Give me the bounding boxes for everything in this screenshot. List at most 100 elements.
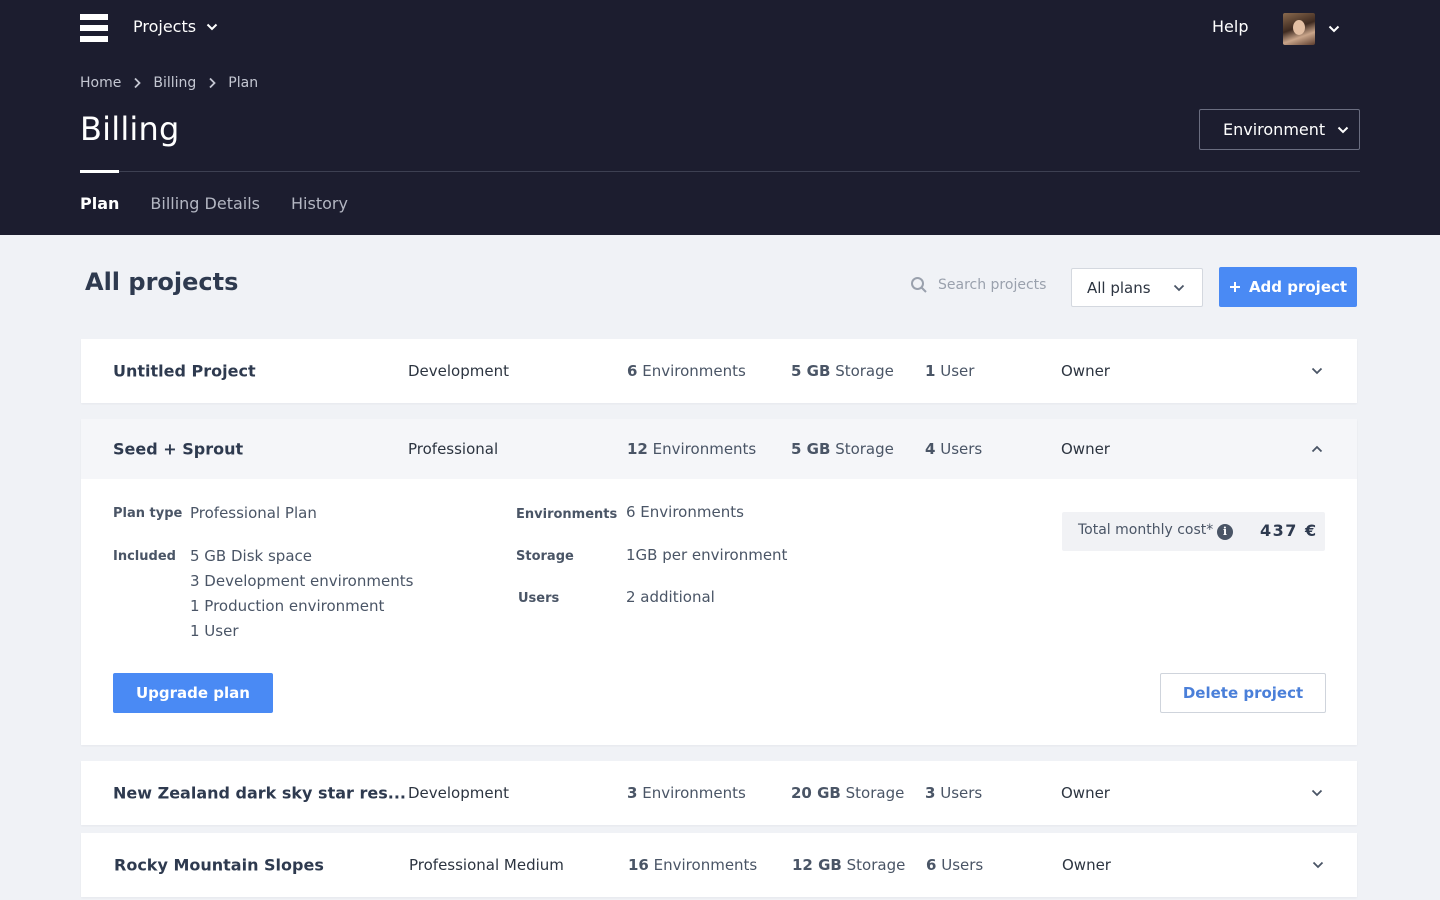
project-row-header[interactable]: Rocky Mountain Slopes Professional Mediu… xyxy=(81,833,1357,897)
delete-project-button[interactable]: Delete project xyxy=(1160,673,1326,713)
project-plan: Development xyxy=(408,784,509,802)
project-name: Seed + Sprout xyxy=(113,439,244,459)
users-value: 2 additional xyxy=(626,588,715,606)
storage-label: Storage xyxy=(516,549,574,564)
top-header: Projects Help Home Billing Plan Billing … xyxy=(0,0,1440,235)
header-divider xyxy=(80,171,1360,172)
storage-amount: 20 GB xyxy=(791,784,841,802)
info-icon[interactable]: i xyxy=(1217,524,1233,540)
environments-unit: Environments xyxy=(652,440,757,458)
users-count: 3 xyxy=(925,784,936,802)
storage-unit: Storage xyxy=(835,440,894,458)
included-item: 3 Development environments xyxy=(190,572,414,590)
plan-type-value: Professional Plan xyxy=(190,504,317,522)
project-environments: 6 Environments xyxy=(627,362,746,380)
users-unit: Users xyxy=(941,856,984,874)
plan-type-label: Plan type xyxy=(113,506,183,521)
help-link[interactable]: Help xyxy=(1212,17,1248,36)
chevron-down-icon xyxy=(1337,126,1349,133)
search-input[interactable] xyxy=(938,277,1078,293)
project-users: 4 Users xyxy=(925,440,982,458)
storage-amount: 12 GB xyxy=(792,856,842,874)
tab-bar: Plan Billing Details History xyxy=(80,194,348,213)
environments-unit: Environments xyxy=(653,856,758,874)
environment-select[interactable]: Environment xyxy=(1199,109,1360,150)
project-role: Owner xyxy=(1062,856,1111,874)
upgrade-plan-button[interactable]: Upgrade plan xyxy=(113,673,273,713)
included-item: 5 GB Disk space xyxy=(190,547,312,565)
project-plan: Professional Medium xyxy=(409,856,564,874)
project-name: Rocky Mountain Slopes xyxy=(114,855,324,875)
project-storage: 5 GB Storage xyxy=(791,362,894,380)
project-row-header[interactable]: Seed + Sprout Professional 12 Environmen… xyxy=(81,419,1357,479)
breadcrumb-billing[interactable]: Billing xyxy=(153,75,196,91)
users-count: 6 xyxy=(926,856,937,874)
total-cost-value: 437 € xyxy=(1260,521,1318,540)
search-box xyxy=(910,276,1078,294)
users-count: 4 xyxy=(925,440,936,458)
project-environments: 12 Environments xyxy=(627,440,756,458)
project-name: New Zealand dark sky star res... xyxy=(113,783,406,803)
project-storage: 20 GB Storage xyxy=(791,784,904,802)
storage-amount: 5 GB xyxy=(791,440,831,458)
environments-count: 6 xyxy=(627,362,638,380)
menu-logo-icon[interactable] xyxy=(80,14,108,42)
page-title: Billing xyxy=(80,110,180,148)
breadcrumb: Home Billing Plan xyxy=(80,75,258,91)
breadcrumb-home[interactable]: Home xyxy=(80,75,121,91)
storage-unit: Storage xyxy=(845,784,905,802)
environments-unit: Environments xyxy=(642,784,746,802)
included-item: 1 User xyxy=(190,622,239,640)
project-row-expanded: Seed + Sprout Professional 12 Environmen… xyxy=(81,419,1357,745)
project-storage: 12 GB Storage xyxy=(792,856,905,874)
chevron-down-icon[interactable] xyxy=(1311,789,1323,797)
chevron-up-icon[interactable] xyxy=(1311,445,1323,453)
storage-unit: Storage xyxy=(835,362,894,380)
plans-filter-select[interactable]: All plans xyxy=(1071,268,1203,307)
included-item: 1 Production environment xyxy=(190,597,385,615)
storage-unit: Storage xyxy=(846,856,906,874)
projects-menu[interactable]: Projects xyxy=(133,17,218,36)
storage-amount: 5 GB xyxy=(791,362,831,380)
tab-billing-details[interactable]: Billing Details xyxy=(150,194,260,213)
storage-value: 1GB per environment xyxy=(626,546,788,564)
project-name: Untitled Project xyxy=(113,361,256,381)
project-users: 6 Users xyxy=(926,856,983,874)
chevron-right-icon xyxy=(209,77,217,89)
environment-select-label: Environment xyxy=(1223,120,1326,139)
environments-value: 6 Environments xyxy=(626,503,744,521)
included-label: Included xyxy=(113,549,176,564)
project-row-header[interactable]: New Zealand dark sky star res... Develop… xyxy=(81,761,1357,825)
project-row-header[interactable]: Untitled Project Development 6 Environme… xyxy=(81,339,1357,403)
users-unit: Users xyxy=(940,440,983,458)
project-role: Owner xyxy=(1061,362,1110,380)
environments-count: 12 xyxy=(627,440,648,458)
environments-count: 3 xyxy=(627,784,638,802)
plus-icon xyxy=(1229,282,1240,292)
total-cost-label: Total monthly cost* xyxy=(1078,522,1214,538)
add-project-label: Add project xyxy=(1248,278,1348,296)
users-count: 1 xyxy=(925,362,936,380)
project-storage: 5 GB Storage xyxy=(791,440,894,458)
chevron-down-icon xyxy=(206,23,218,30)
chevron-down-icon xyxy=(1173,284,1185,291)
project-role: Owner xyxy=(1061,784,1110,802)
environments-count: 16 xyxy=(628,856,649,874)
tab-history[interactable]: History xyxy=(291,194,348,213)
chevron-down-icon[interactable] xyxy=(1311,367,1323,375)
users-label: Users xyxy=(518,591,560,606)
project-row: New Zealand dark sky star res... Develop… xyxy=(81,761,1357,825)
plans-filter-value: All plans xyxy=(1087,278,1151,297)
project-environments: 16 Environments xyxy=(628,856,757,874)
environments-label: Environments xyxy=(516,507,618,522)
tab-plan[interactable]: Plan xyxy=(80,194,119,213)
environments-unit: Environments xyxy=(642,362,746,380)
project-row: Rocky Mountain Slopes Professional Mediu… xyxy=(81,833,1357,897)
projects-menu-label: Projects xyxy=(133,17,197,36)
add-project-button[interactable]: Add project xyxy=(1219,267,1357,307)
account-chevron-down-icon[interactable] xyxy=(1328,25,1340,33)
avatar[interactable] xyxy=(1283,13,1315,45)
project-role: Owner xyxy=(1061,440,1110,458)
project-plan: Development xyxy=(408,362,509,380)
chevron-down-icon[interactable] xyxy=(1312,861,1324,869)
